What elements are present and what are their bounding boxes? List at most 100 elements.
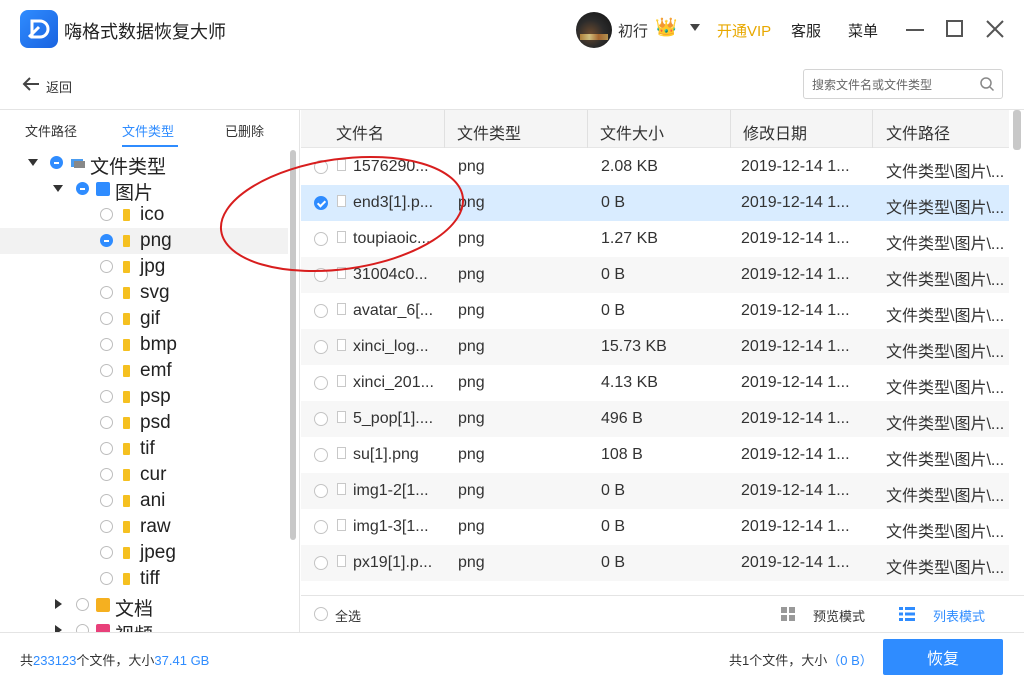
grid-view-icon[interactable] xyxy=(781,607,795,621)
recover-button[interactable]: 恢复 xyxy=(883,639,1003,675)
tab-file-path[interactable]: 文件路径 xyxy=(25,121,77,140)
tree-checkbox[interactable] xyxy=(100,572,113,585)
tree-checkbox[interactable] xyxy=(76,624,89,632)
tree-node-file-types[interactable]: 文件类型 xyxy=(0,150,288,178)
tree-checkbox[interactable] xyxy=(100,520,113,533)
search-input[interactable] xyxy=(812,76,972,94)
row-checkbox[interactable] xyxy=(314,160,328,174)
column-header-date[interactable]: 修改日期 xyxy=(731,110,873,148)
table-row[interactable]: toupiaoic... png 1.27 KB 2019-12-14 1... 文件类… xyxy=(301,221,1009,257)
tree-checkbox[interactable] xyxy=(100,468,113,481)
tree-checkbox[interactable] xyxy=(100,208,113,221)
tree-node-raw[interactable]: raw xyxy=(0,514,288,540)
tree-checkbox[interactable] xyxy=(100,338,113,351)
table-row[interactable]: 1576290... png 2.08 KB 2019-12-14 1... 文件类型\… xyxy=(301,149,1009,185)
tree-node-ico[interactable]: ico xyxy=(0,202,288,228)
table-row[interactable]: 5_pop[1].... png 496 B 2019-12-14 1... 文件类型\… xyxy=(301,401,1009,437)
table-row[interactable]: 31004c0... png 0 B 2019-12-14 1... 文件类型\图片\.… xyxy=(301,257,1009,293)
close-icon[interactable] xyxy=(984,18,1006,40)
tab-deleted[interactable]: 已删除 xyxy=(225,121,264,140)
chevron-down-icon[interactable] xyxy=(690,24,700,31)
row-checkbox[interactable] xyxy=(314,520,328,534)
tree-node-psp[interactable]: psp xyxy=(0,384,288,410)
table-row[interactable]: end3[1].p... png 0 B 2019-12-14 1... 文件类型\图片… xyxy=(301,185,1009,221)
tree-checkbox[interactable] xyxy=(100,364,113,377)
tree-label: psd xyxy=(140,412,171,433)
avatar[interactable] xyxy=(576,12,612,48)
tree-node-documents[interactable]: 文档 xyxy=(0,592,288,620)
maximize-icon[interactable] xyxy=(946,20,963,37)
tree-node-video[interactable]: 视频 xyxy=(0,618,288,632)
tree-scrollbar[interactable] xyxy=(290,150,296,540)
table-row[interactable]: avatar_6[... png 0 B 2019-12-14 1... 文件类型\图片… xyxy=(301,293,1009,329)
row-checkbox[interactable] xyxy=(314,304,328,318)
tree-node-psd[interactable]: psd xyxy=(0,410,288,436)
tree-node-bmp[interactable]: bmp xyxy=(0,332,288,358)
list-mode-button[interactable]: 列表模式 xyxy=(933,606,985,625)
column-header-size[interactable]: 文件大小 xyxy=(588,110,731,148)
table-row[interactable]: img1-3[1... png 0 B 2019-12-14 1... 文件类型\图片\… xyxy=(301,509,1009,545)
row-checkbox[interactable] xyxy=(314,232,328,246)
service-button[interactable]: 客服 xyxy=(791,20,821,41)
select-all-label[interactable]: 全选 xyxy=(335,606,361,625)
search-icon[interactable] xyxy=(979,76,995,92)
row-checkbox[interactable] xyxy=(314,556,328,570)
select-all-checkbox[interactable] xyxy=(314,607,328,621)
row-checkbox[interactable] xyxy=(314,196,328,210)
column-header-path[interactable]: 文件路径 xyxy=(873,110,1009,148)
username[interactable]: 初行 xyxy=(618,20,648,41)
tree-node-png[interactable]: png xyxy=(0,228,288,254)
tree-checkbox[interactable] xyxy=(100,494,113,507)
table-row[interactable]: xinci_201... png 4.13 KB 2019-12-14 1... 文件类… xyxy=(301,365,1009,401)
table-row[interactable]: su[1].png png 108 B 2019-12-14 1... 文件类型\图片\… xyxy=(301,437,1009,473)
table-row[interactable]: px19[1].p... png 0 B 2019-12-14 1... 文件类型\图片… xyxy=(301,545,1009,581)
tree-checkbox[interactable] xyxy=(76,598,89,611)
tree-node-svg[interactable]: svg xyxy=(0,280,288,306)
column-header-type[interactable]: 文件类型 xyxy=(445,110,588,148)
tree-checkbox[interactable] xyxy=(50,156,63,169)
tree-node-tif[interactable]: tif xyxy=(0,436,288,462)
tree-checkbox[interactable] xyxy=(100,390,113,403)
cell-size: 2.08 KB xyxy=(601,158,658,175)
expand-icon[interactable] xyxy=(55,625,62,632)
row-checkbox[interactable] xyxy=(314,340,328,354)
vip-button[interactable]: 开通VIP xyxy=(717,20,771,41)
expand-icon[interactable] xyxy=(28,159,38,166)
tree-node-jpg[interactable]: jpg xyxy=(0,254,288,280)
file-icon xyxy=(337,339,346,351)
back-button[interactable]: 返回 xyxy=(46,77,72,96)
table-scrollbar[interactable] xyxy=(1013,110,1021,150)
tab-file-type[interactable]: 文件类型 xyxy=(122,121,174,140)
expand-icon[interactable] xyxy=(55,599,62,609)
row-checkbox[interactable] xyxy=(314,484,328,498)
tree-node-tiff[interactable]: tiff xyxy=(0,566,288,592)
list-view-icon[interactable] xyxy=(899,607,915,621)
tree-checkbox[interactable] xyxy=(100,234,113,247)
tree-node-cur[interactable]: cur xyxy=(0,462,288,488)
tree-checkbox[interactable] xyxy=(100,546,113,559)
tree-checkbox[interactable] xyxy=(100,312,113,325)
table-row[interactable]: img1-2[1... png 0 B 2019-12-14 1... 文件类型\图片\… xyxy=(301,473,1009,509)
back-arrow-icon[interactable] xyxy=(22,76,40,92)
tree-checkbox[interactable] xyxy=(100,416,113,429)
tree-node-emf[interactable]: emf xyxy=(0,358,288,384)
row-checkbox[interactable] xyxy=(314,268,328,282)
tree-node-ani[interactable]: ani xyxy=(0,488,288,514)
row-checkbox[interactable] xyxy=(314,376,328,390)
tree-node-jpeg[interactable]: jpeg xyxy=(0,540,288,566)
preview-mode-button[interactable]: 预览模式 xyxy=(813,606,865,625)
row-checkbox[interactable] xyxy=(314,412,328,426)
minimize-icon[interactable] xyxy=(906,29,924,31)
tree-checkbox[interactable] xyxy=(100,260,113,273)
table-row[interactable]: xinci_log... png 15.73 KB 2019-12-14 1... 文件… xyxy=(301,329,1009,365)
tree-checkbox[interactable] xyxy=(76,182,89,195)
expand-icon[interactable] xyxy=(53,185,63,192)
tree-label: bmp xyxy=(140,334,177,355)
row-checkbox[interactable] xyxy=(314,448,328,462)
tree-node-gif[interactable]: gif xyxy=(0,306,288,332)
tree-node-images[interactable]: 图片 xyxy=(0,176,288,204)
tree-checkbox[interactable] xyxy=(100,286,113,299)
menu-button[interactable]: 菜单 xyxy=(848,20,878,41)
column-header-name[interactable]: 文件名 xyxy=(301,110,445,148)
tree-checkbox[interactable] xyxy=(100,442,113,455)
